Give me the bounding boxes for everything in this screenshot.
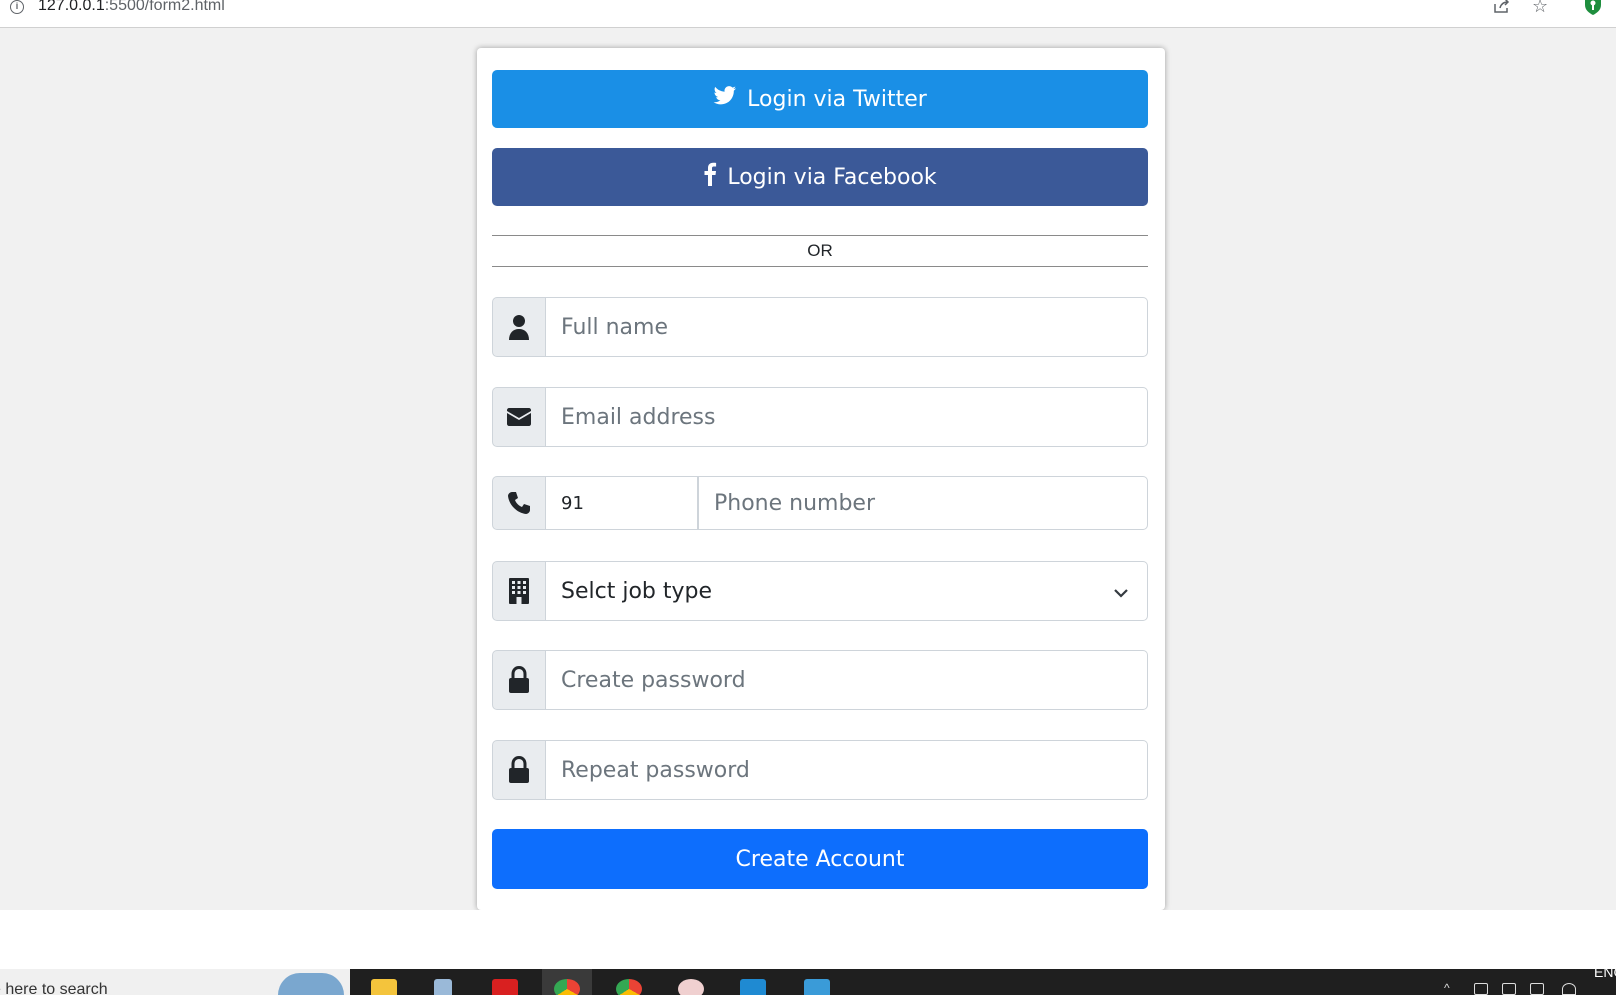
facebook-button-label: Login via Facebook: [727, 164, 937, 190]
taskbar-search-text: e here to search: [0, 981, 108, 995]
url-path: :5500/form2.html: [104, 0, 225, 14]
login-facebook-button[interactable]: Login via Facebook: [492, 148, 1148, 206]
chevron-down-icon: [1113, 579, 1129, 604]
job-type-select[interactable]: Selct job type: [546, 561, 1148, 621]
create-account-label: Create Account: [735, 846, 905, 872]
chrome-icon-2[interactable]: [616, 979, 642, 995]
create-password-placeholder: Create password: [561, 667, 746, 693]
country-code-value: 91: [561, 492, 584, 514]
lock-icon: [492, 650, 546, 710]
email-placeholder: Email address: [561, 404, 716, 430]
facebook-icon: [703, 162, 717, 192]
create-password-input[interactable]: Create password: [546, 650, 1148, 710]
phone-group: 91 Phone number: [492, 476, 1148, 530]
lock-icon: [492, 740, 546, 800]
app-red-icon[interactable]: [492, 979, 518, 995]
tray-volume-icon[interactable]: [1530, 983, 1544, 995]
or-divider: OR: [492, 235, 1148, 267]
tray-network-icon[interactable]: [1474, 983, 1488, 995]
app-icon[interactable]: [434, 979, 452, 995]
full-name-placeholder: Full name: [561, 314, 669, 340]
repeat-password-input[interactable]: Repeat password: [546, 740, 1148, 800]
divider-label: OR: [807, 241, 833, 260]
photos-icon[interactable]: [804, 979, 830, 995]
url-host: 127.0.0.1: [38, 0, 105, 14]
twitter-icon: [713, 86, 737, 112]
repeat-password-placeholder: Repeat password: [561, 757, 750, 783]
page-bottom-area: [0, 910, 1616, 969]
language-indicator[interactable]: ENG: [1594, 969, 1616, 980]
email-group: Email address: [492, 387, 1148, 447]
vscode-icon[interactable]: [740, 979, 766, 995]
url-text[interactable]: 127.0.0.1:5500/form2.html: [38, 0, 225, 15]
tray-chevron-icon[interactable]: ^: [1444, 981, 1458, 995]
phone-input[interactable]: Phone number: [698, 476, 1148, 530]
file-explorer-icon[interactable]: [371, 979, 397, 995]
star-icon[interactable]: ☆: [1532, 0, 1548, 17]
info-icon[interactable]: i: [10, 0, 24, 14]
envelope-icon: [492, 387, 546, 447]
phone-icon: [492, 476, 546, 530]
tray-device-icon[interactable]: [1502, 983, 1516, 995]
search-highlight-icon: [278, 973, 344, 995]
user-icon: [492, 297, 546, 357]
extension-icon[interactable]: [1582, 0, 1604, 16]
browser-address-bar: i 127.0.0.1:5500/form2.html ☆: [0, 0, 1616, 28]
job-type-value: Selct job type: [561, 578, 713, 604]
tray-wifi-icon[interactable]: [1562, 983, 1576, 995]
create-account-button[interactable]: Create Account: [492, 829, 1148, 889]
share-icon[interactable]: [1493, 0, 1511, 19]
create-password-group: Create password: [492, 650, 1148, 710]
full-name-group: Full name: [492, 297, 1148, 357]
registration-card: Login via Twitter Login via Facebook OR …: [477, 48, 1165, 910]
chrome-icon[interactable]: [554, 979, 580, 995]
taskbar-search[interactable]: e here to search: [0, 969, 350, 995]
taskbar: e here to search ^ ENG: [0, 969, 1616, 995]
app-pink-icon[interactable]: [678, 979, 704, 995]
country-code-input[interactable]: 91: [546, 476, 698, 530]
email-input[interactable]: Email address: [546, 387, 1148, 447]
building-icon: [492, 561, 546, 621]
job-type-group: Selct job type: [492, 561, 1148, 621]
twitter-button-label: Login via Twitter: [747, 86, 927, 112]
full-name-input[interactable]: Full name: [546, 297, 1148, 357]
repeat-password-group: Repeat password: [492, 740, 1148, 800]
phone-placeholder: Phone number: [714, 490, 876, 516]
login-twitter-button[interactable]: Login via Twitter: [492, 70, 1148, 128]
